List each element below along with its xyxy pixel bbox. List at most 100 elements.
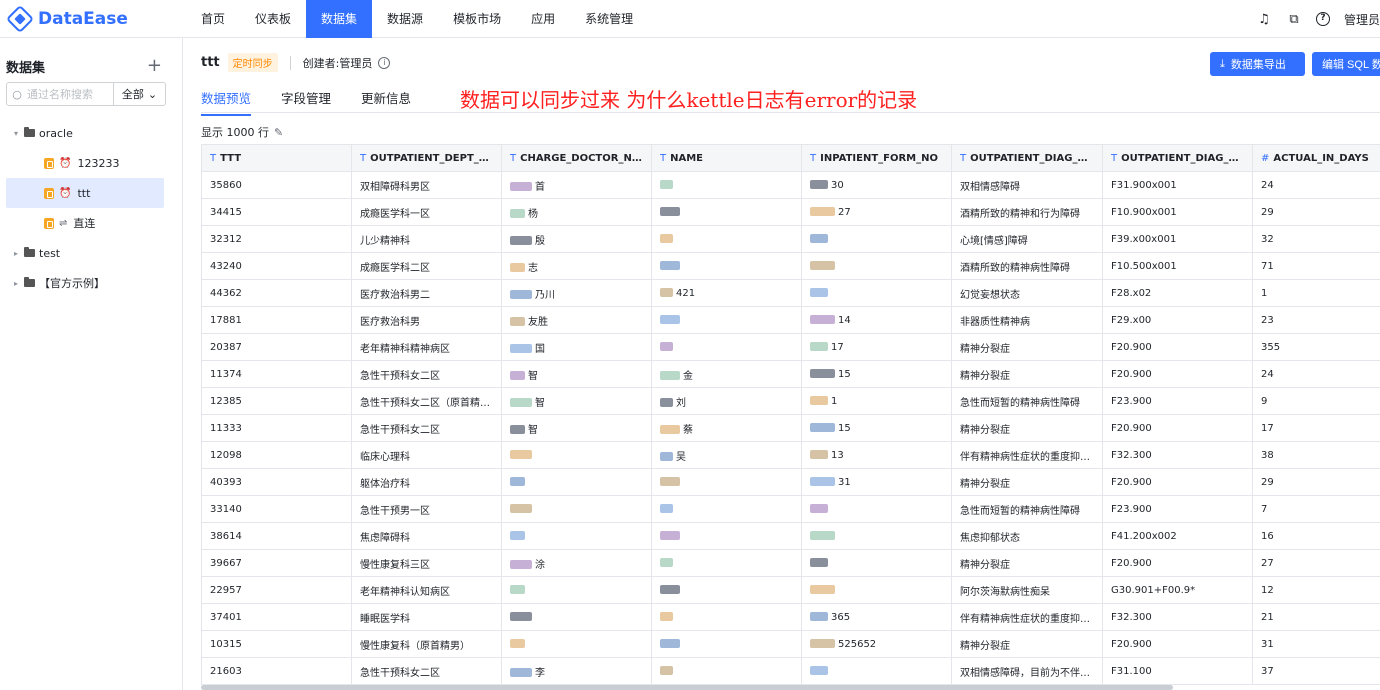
redacted-mosaic <box>810 180 828 189</box>
table-cell: F31.100 <box>1102 657 1253 685</box>
edit-sql-button[interactable]: 编辑 SQL 数 <box>1312 52 1380 76</box>
cell-value: 医疗救治科男二 <box>360 289 430 301</box>
redacted-mosaic <box>810 396 828 405</box>
redacted-mosaic <box>810 423 835 432</box>
nav-item[interactable]: 首页 <box>186 0 240 38</box>
table-cell <box>501 576 652 604</box>
table-row[interactable]: 32312 儿少精神科 殷 心境[情感]障碍 F39.x00x001 32 <box>201 225 1380 253</box>
table-cell <box>651 603 802 631</box>
table-cell: 慢性康复科三区 <box>351 549 502 577</box>
dataset-header: ttt 定时同步 创建者:管理员 i <box>201 53 391 72</box>
cell-value: 34415 <box>210 206 242 218</box>
table-row[interactable]: 20387 老年精神科精神病区 国 17 精神分裂症 F20.900 355 <box>201 333 1380 361</box>
column-header[interactable]: T OUTPATIENT_DEPT_CN <box>351 144 502 172</box>
column-header[interactable]: T OUTPATIENT_DIAG_CODE <box>1102 144 1253 172</box>
app-logo[interactable]: DataEase <box>0 4 186 33</box>
export-dataset-button[interactable]: ⤓ 数据集导出 <box>1210 52 1305 76</box>
tree-item[interactable]: ⏰ ttt <box>6 178 164 208</box>
cell-value: 伴有精神病性症状的重度抑郁发作 <box>960 451 1103 463</box>
nav-item[interactable]: 数据集 <box>306 0 373 38</box>
nav-item[interactable]: 数据源 <box>372 0 438 38</box>
redacted-mosaic <box>660 398 673 407</box>
caret-down-icon[interactable]: ▾ <box>10 129 22 138</box>
info-icon[interactable]: i <box>378 56 391 69</box>
table-cell: 355 <box>1252 333 1380 361</box>
table-cell: 14 <box>801 306 952 334</box>
tree-item-label: 123233 <box>77 156 120 170</box>
cell-value: 成瘾医学科二区 <box>360 262 430 274</box>
column-header[interactable]: # ACTUAL_IN_DAYS <box>1252 144 1380 172</box>
tree-item[interactable]: ⇌ 直连 <box>0 208 182 238</box>
tree-item[interactable]: ⏰ 123233 <box>0 148 182 178</box>
table-row[interactable]: 12098 临床心理科 吴 13 伴有精神病性症状的重度抑郁发作 F32.300 38 <box>201 441 1380 469</box>
column-header[interactable]: T TTT <box>201 144 352 172</box>
cell-value: F23.900 <box>1111 395 1152 407</box>
table-cell: 精神分裂症 <box>951 333 1103 361</box>
table-row[interactable]: 17881 医疗救治科男 友胜 14 非器质性精神病 F29.x00 23 <box>201 306 1380 334</box>
user-menu[interactable]: 管理员 <box>1344 11 1380 28</box>
table-cell: 幻觉妄想状态 <box>951 279 1103 307</box>
table-row[interactable]: 11333 急性干预科女二区 智 蔡 15 精神分裂症 F20.900 17 <box>201 414 1380 442</box>
table-cell: F31.900x001 <box>1102 171 1253 199</box>
table-cell: F20.900 <box>1102 414 1253 442</box>
table-row[interactable]: 22957 老年精神科认知病区 阿尔茨海默病性痴呆 G30.901+F00.9* 12 <box>201 576 1380 604</box>
tree-item[interactable]: ▸ test <box>0 238 182 268</box>
cell-value: 11374 <box>210 368 242 380</box>
nav-item[interactable]: 系统管理 <box>570 0 648 38</box>
table-row[interactable]: 39667 慢性康复科三区 涂 精神分裂症 F20.900 27 <box>201 549 1380 577</box>
table-row[interactable]: 12385 急性干预科女二区（原首精女） 智 刘 1 急性而短暂的精神病性障碍 F23.90… <box>201 387 1380 415</box>
caret-right-icon[interactable]: ▸ <box>10 279 22 288</box>
table-row[interactable]: 33140 急性干预男一区 急性而短暂的精神病性障碍 F23.900 7 <box>201 495 1380 523</box>
translate-icon[interactable]: ⧉ <box>1286 12 1302 27</box>
table-cell: 精神分裂症 <box>951 630 1103 658</box>
caret-right-icon[interactable]: ▸ <box>10 249 22 258</box>
table-cell: 精神分裂症 <box>951 549 1103 577</box>
table-row[interactable]: 21603 急性干预科女二区 李 双相情感障碍，目前为不伴有精神病性症状 F31.100… <box>201 657 1380 685</box>
redacted-mosaic <box>510 263 525 272</box>
cell-value: 16 <box>1261 530 1274 542</box>
table-row[interactable]: 34415 成瘾医学科一区 杨 27 酒精所致的精神和行为障碍 F10.900x001 29 <box>201 198 1380 226</box>
tree-item[interactable]: ▾ oracle <box>0 118 182 148</box>
table-row[interactable]: 10315 慢性康复科（原首精男） 525652 精神分裂症 F20.900 31 <box>201 630 1380 658</box>
table-row[interactable]: 35860 双相障碍科男区 首 30 双相情感障碍 F31.900x001 24 <box>201 171 1380 199</box>
column-header[interactable]: T INPATIENT_FORM_NO <box>801 144 952 172</box>
table-row[interactable]: 38614 焦虑障碍科 焦虑抑郁状态 F41.200x002 16 <box>201 522 1380 550</box>
nav-item[interactable]: 模板市场 <box>438 0 516 38</box>
cell-value: 14 <box>838 314 851 326</box>
table-row[interactable]: 37401 睡眠医学科 365 伴有精神病性症状的重度抑郁发作 F32.300 21 <box>201 603 1380 631</box>
column-header[interactable]: T NAME <box>651 144 802 172</box>
direct-link-icon: ⇌ <box>59 217 68 229</box>
table-row[interactable]: 40393 躯体治疗科 31 精神分裂症 F20.900 29 <box>201 468 1380 496</box>
table-cell: 急性干预男一区 <box>351 495 502 523</box>
table-cell <box>801 495 952 523</box>
bell-icon[interactable]: ♫ <box>1256 12 1272 27</box>
table-cell <box>651 198 802 226</box>
redacted-mosaic <box>510 531 525 540</box>
table-cell: F23.900 <box>1102 495 1253 523</box>
table-row[interactable]: 11374 急性干预科女二区 智 金 15 精神分裂症 F20.900 24 <box>201 360 1380 388</box>
cell-value: 35860 <box>210 179 242 191</box>
help-icon[interactable]: ? <box>1315 12 1330 26</box>
search-input[interactable] <box>27 87 113 101</box>
cell-value: F32.300 <box>1111 611 1152 623</box>
column-header[interactable]: T CHARGE_DOCTOR_NAME <box>501 144 652 172</box>
table-cell: 20387 <box>201 333 352 361</box>
table-row[interactable]: 44362 医疗救治科男二 乃川 421 幻觉妄想状态 F28.x02 1 <box>201 279 1380 307</box>
table-cell: F20.900 <box>1102 360 1253 388</box>
filter-select[interactable]: 全部 ⌄ <box>113 83 165 105</box>
tree-item[interactable]: ▸ 【官方示例】 <box>0 268 182 298</box>
cell-value: F20.900 <box>1111 422 1152 434</box>
cell-value: 1 <box>831 395 838 407</box>
table-cell: 17 <box>1252 414 1380 442</box>
redacted-mosaic <box>510 182 532 191</box>
edit-icon[interactable]: ✎ <box>274 126 283 139</box>
nav-item[interactable]: 仪表板 <box>240 0 306 38</box>
cell-value: 焦虑抑郁状态 <box>960 532 1020 544</box>
horizontal-scrollbar[interactable] <box>201 685 1173 690</box>
nav-item[interactable]: 应用 <box>516 0 570 38</box>
cell-value: 吴 <box>676 451 686 463</box>
table-cell: F41.200x002 <box>1102 522 1253 550</box>
column-header[interactable]: T OUTPATIENT_DIAG_NAME <box>951 144 1103 172</box>
add-icon[interactable]: + <box>147 57 162 75</box>
table-row[interactable]: 43240 成瘾医学科二区 志 酒精所致的精神病性障碍 F10.500x001 71 <box>201 252 1380 280</box>
